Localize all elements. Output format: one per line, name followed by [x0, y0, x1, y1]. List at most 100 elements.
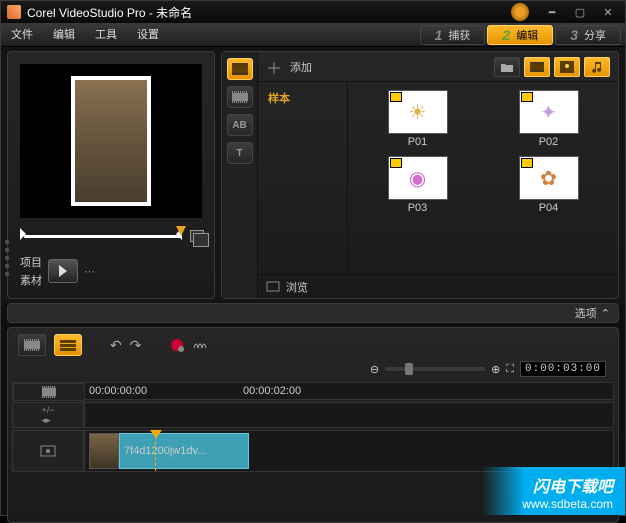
titlebar[interactable]: Corel VideoStudio Pro - 未命名 ━ ▢ ✕	[1, 1, 625, 23]
film-icon	[232, 91, 248, 103]
library-tree: 样本	[258, 82, 348, 274]
timeline-toolbar: ↶ ↷	[12, 332, 614, 358]
track-header[interactable]: +/−◂▸	[12, 402, 84, 428]
workflow-steps: 1捕获 2编辑 3分享	[169, 25, 625, 45]
screen-icon	[266, 281, 280, 293]
zoom-fit-icon[interactable]: ⛶	[506, 363, 514, 376]
preview-screen[interactable]	[20, 64, 202, 218]
maximize-button[interactable]: ▢	[569, 4, 591, 20]
zoom-slider[interactable]	[385, 367, 485, 371]
step-share[interactable]: 3分享	[555, 25, 621, 45]
menu-file[interactable]: 文件	[1, 23, 43, 47]
menu-edit[interactable]: 编辑	[43, 23, 85, 47]
audio-mixer-button[interactable]	[193, 338, 209, 352]
time-ruler[interactable]: 00:00:00:00 00:00:02:00 ☰	[12, 382, 614, 400]
video-track: 7f4d1200jw1dv...	[12, 430, 614, 472]
watermark: 闪电下载吧 www.sdbeta.com	[482, 467, 625, 515]
thumb-item[interactable]: ☀ P01	[356, 90, 479, 148]
menu-settings[interactable]: 设置	[127, 23, 169, 47]
track-controls: +/−◂▸	[12, 402, 614, 428]
filter-video-button[interactable]	[524, 57, 550, 77]
clip-bar[interactable]: 7f4d1200jw1dv...	[119, 433, 249, 469]
panel-handle[interactable]	[5, 238, 11, 278]
step-edit[interactable]: 2编辑	[487, 25, 553, 45]
thumb-label: P01	[408, 136, 428, 148]
tree-item-sample[interactable]: 样本	[264, 88, 341, 108]
film-icon	[232, 63, 248, 75]
zoom-out-icon[interactable]: ⊖	[370, 363, 379, 376]
step-label: 编辑	[516, 27, 538, 43]
track-lane[interactable]	[84, 402, 614, 428]
gear-icon[interactable]	[511, 3, 529, 21]
menu-tools[interactable]: 工具	[85, 23, 127, 47]
more-controls-icon[interactable]: ⋯	[84, 265, 96, 278]
undo-button[interactable]: ↶	[110, 337, 122, 354]
timeline-clip[interactable]: 7f4d1200jw1dv...	[89, 433, 249, 469]
thumb-item[interactable]: ✦P02	[487, 90, 610, 148]
app-icon	[7, 5, 21, 19]
menu-icon[interactable]: ☰	[44, 386, 54, 399]
film-icon	[530, 62, 544, 72]
preview-controls: 项目 素材 ⋯	[20, 254, 202, 288]
slate-icon	[521, 92, 533, 102]
thumbnail-grid: ☀ P01 ✦P02 ◉P03 ✿P04	[348, 82, 618, 274]
thumb-image: ◉	[388, 156, 448, 200]
menubar: 文件 编辑 工具 设置 1捕获 2编辑 3分享	[1, 23, 625, 47]
preview-panel: 项目 素材 ⋯	[7, 51, 215, 299]
trim-handle-left[interactable]	[20, 228, 26, 240]
ruler-header: ☰	[13, 383, 85, 401]
ruler-tick: 00:00:00:00	[89, 385, 147, 397]
step-capture[interactable]: 1捕获	[420, 25, 486, 45]
plus-icon[interactable]: ＋	[266, 55, 282, 79]
tab-title[interactable]: AB	[227, 114, 253, 136]
thumb-item[interactable]: ✿P04	[487, 156, 610, 214]
media-label[interactable]: 素材	[20, 272, 42, 288]
copy-icon[interactable]	[190, 230, 204, 242]
trim-bar[interactable]	[20, 228, 202, 244]
options-label: 选项	[575, 305, 597, 321]
zoom-in-icon[interactable]: ⊕	[491, 363, 500, 376]
filter-audio-button[interactable]	[584, 57, 610, 77]
close-button[interactable]: ✕	[597, 4, 619, 20]
watermark-url: www.sdbeta.com	[522, 497, 613, 511]
music-icon	[591, 61, 603, 73]
redo-button[interactable]: ↷	[130, 337, 142, 354]
slate-icon	[390, 158, 402, 168]
app-window: Corel VideoStudio Pro - 未命名 ━ ▢ ✕ 文件 编辑 …	[0, 0, 626, 516]
storyboard-view-button[interactable]	[18, 334, 46, 356]
project-label[interactable]: 项目	[20, 254, 42, 270]
step-label: 捕获	[448, 27, 470, 43]
thumb-item[interactable]: ◉P03	[356, 156, 479, 214]
tab-text[interactable]: T	[227, 142, 253, 164]
cut-marker-icon[interactable]	[176, 226, 186, 236]
photo-icon	[560, 61, 574, 73]
main-area: 项目 素材 ⋯ AB T ＋ 添加	[1, 47, 625, 303]
timeline-view-button[interactable]	[54, 334, 82, 356]
tab-transitions[interactable]	[227, 86, 253, 108]
library-header: ＋ 添加	[258, 52, 618, 82]
folder-button[interactable]	[494, 57, 520, 77]
minimize-button[interactable]: ━	[541, 4, 563, 20]
film-icon	[24, 339, 40, 351]
track-lane[interactable]: 7f4d1200jw1dv...	[84, 430, 614, 472]
track-header[interactable]	[12, 430, 84, 472]
watermark-title: 闪电下载吧	[522, 473, 613, 497]
slate-icon	[521, 158, 533, 168]
add-label[interactable]: 添加	[290, 59, 312, 75]
browse-label[interactable]: 浏览	[286, 279, 308, 295]
thumb-image: ✿	[519, 156, 579, 200]
timecode-display[interactable]: 0:00:03:00	[520, 361, 606, 377]
thumb-label: P02	[539, 136, 559, 148]
window-title: Corel VideoStudio Pro - 未命名	[27, 4, 505, 21]
gallery-tabs: AB T	[222, 52, 258, 298]
clip-name: 7f4d1200jw1dv...	[124, 445, 206, 457]
thumb-image: ☀	[388, 90, 448, 134]
options-bar[interactable]: 选项 ⌃	[7, 303, 619, 323]
preview-frame	[71, 76, 151, 206]
record-button[interactable]	[169, 337, 185, 353]
playhead[interactable]	[155, 431, 156, 471]
folder-icon	[500, 61, 514, 73]
tab-media[interactable]	[227, 58, 253, 80]
filter-photo-button[interactable]	[554, 57, 580, 77]
play-button[interactable]	[48, 259, 78, 283]
